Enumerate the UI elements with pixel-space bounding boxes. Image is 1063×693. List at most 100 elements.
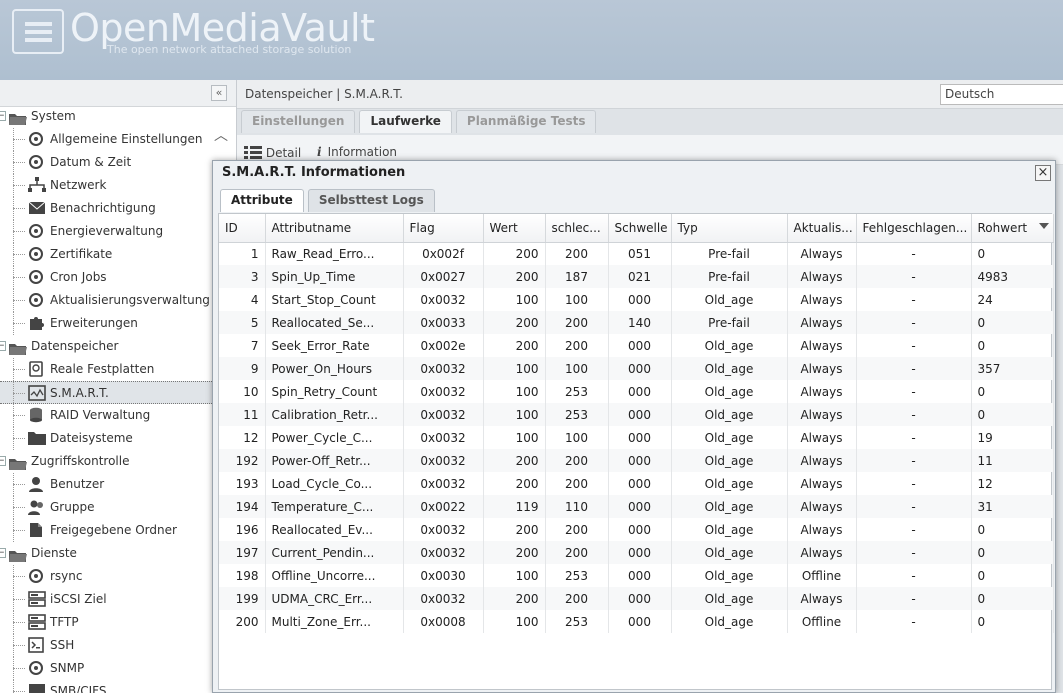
table-row[interactable]: 198 Offline_Uncorre... 0x0030 100 253 000 Old_… <box>219 564 1054 587</box>
table-cell: 0x0032 <box>403 472 484 495</box>
sidebar-item-rsync[interactable]: rsync <box>0 565 212 588</box>
table-row[interactable]: 1 Raw_Read_Erro... 0x002f 200 200 051 Pre-fail… <box>219 242 1054 265</box>
rsync-icon <box>28 568 46 585</box>
table-row[interactable]: 193 Load_Cycle_Co... 0x0032 200 200 000 Old_ag… <box>219 472 1054 495</box>
column-header[interactable]: ID <box>219 214 266 243</box>
sidebar-item-datum-zeit[interactable]: Datum & Zeit <box>0 151 212 174</box>
sidebar-item-smb-cifs[interactable]: SMB/CIFS <box>0 680 212 693</box>
sidebar-item-reale-festplatten[interactable]: Reale Festplatten <box>0 358 212 381</box>
tab-attribute[interactable]: Attribute <box>220 189 304 212</box>
column-header[interactable]: Aktualis... <box>787 214 857 243</box>
table-cell: Old_age <box>671 564 788 587</box>
table-row[interactable]: 197 Current_Pendin... 0x0032 200 200 000 Old_a… <box>219 541 1054 564</box>
column-header[interactable]: Wert <box>483 214 546 243</box>
navigation-tree: − System Allgemeine Einstellungen Datum … <box>0 105 212 693</box>
collapse-toggle-icon[interactable]: − <box>0 341 6 351</box>
server-icon <box>28 591 46 608</box>
sidebar-item-allgemeine-einstellungen[interactable]: Allgemeine Einstellungen <box>0 128 212 151</box>
table-cell: Old_age <box>671 495 788 518</box>
column-header[interactable]: Schwelle <box>608 214 672 243</box>
filesystem-icon <box>28 430 46 447</box>
sidebar-item-ssh[interactable]: SSH <box>0 634 212 657</box>
table-row[interactable]: 5 Reallocated_Se... 0x0033 200 200 140 Pre-fai… <box>219 311 1054 334</box>
sidebar-item-dateisysteme[interactable]: Dateisysteme <box>0 427 212 450</box>
sidebar-item-freigegebene-ordner[interactable]: Freigegebene Ordner <box>0 519 212 542</box>
tab-einstellungen[interactable]: Einstellungen <box>241 110 356 133</box>
column-header[interactable]: schlec... <box>545 214 609 243</box>
collapse-toggle-icon[interactable]: − <box>0 111 6 121</box>
table-row[interactable]: 192 Power-Off_Retr... 0x0032 200 200 000 Old_a… <box>219 449 1054 472</box>
collapse-sidebar-button[interactable]: « <box>211 85 227 101</box>
tab-laufwerke[interactable]: Laufwerke <box>359 110 452 133</box>
sidebar-item-datenspeicher[interactable]: − Datenspeicher <box>0 335 212 358</box>
column-header[interactable]: Fehlgeschlagen... <box>856 214 972 243</box>
sidebar-item-energieverwaltung[interactable]: Energieverwaltung <box>0 220 212 243</box>
table-row[interactable]: 4 Start_Stop_Count 0x0032 100 100 000 Old_age A… <box>219 288 1054 311</box>
close-icon[interactable]: × <box>1035 165 1051 181</box>
collapse-toggle-icon[interactable]: − <box>0 456 6 466</box>
table-cell: 0 <box>971 403 1054 426</box>
table-cell: Reallocated_Ev... <box>265 518 404 541</box>
sidebar-item-tftp[interactable]: TFTP <box>0 611 212 634</box>
table-cell: 0x0032 <box>403 426 484 449</box>
table-cell: 000 <box>608 380 672 403</box>
language-select[interactable]: Deutsch <box>940 84 1063 105</box>
column-header[interactable]: Typ <box>671 214 788 243</box>
sidebar-item-s-m-a-r-t[interactable]: S.M.A.R.T. <box>0 381 212 405</box>
sidebar-item-benachrichtigung[interactable]: Benachrichtigung <box>0 197 212 220</box>
sidebar-item-cron-jobs[interactable]: Cron Jobs <box>0 266 212 289</box>
column-menu-icon[interactable] <box>1038 223 1049 229</box>
sidebar-item-iscsi-ziel[interactable]: iSCSI Ziel <box>0 588 212 611</box>
table-cell: 000 <box>608 288 672 311</box>
table-row[interactable]: 3 Spin_Up_Time 0x0027 200 187 021 Pre-fail Alwa… <box>219 265 1054 288</box>
sidebar-item-gruppe[interactable]: Gruppe <box>0 496 212 519</box>
table-cell: Always <box>787 449 857 472</box>
table-cell: Power_Cycle_C... <box>265 426 404 449</box>
table-cell: 000 <box>608 472 672 495</box>
table-row[interactable]: 200 Multi_Zone_Err... 0x0008 100 253 000 Old_a… <box>219 610 1054 633</box>
table-row[interactable]: 196 Reallocated_Ev... 0x0032 200 200 000 Old_a… <box>219 518 1054 541</box>
information-button[interactable]: i Information <box>317 145 397 159</box>
table-cell: 200 <box>483 242 546 265</box>
sidebar-item-zugriffskontrolle[interactable]: − Zugriffskontrolle <box>0 450 212 473</box>
table-row[interactable]: 7 Seek_Error_Rate 0x002e 200 200 000 Old_age Al… <box>219 334 1054 357</box>
table-row[interactable]: 199 UDMA_CRC_Err... 0x0032 200 200 000 Old_age… <box>219 587 1054 610</box>
table-cell: Spin_Retry_Count <box>265 380 404 403</box>
scroll-up-icon[interactable]: ︿ <box>214 125 230 144</box>
detail-button[interactable]: Detail <box>244 145 301 160</box>
sidebar-item-label: Allgemeine Einstellungen <box>50 132 203 146</box>
sidebar-item-benutzer[interactable]: Benutzer <box>0 473 212 496</box>
table-row[interactable]: 194 Temperature_C... 0x0022 119 110 000 Old_ag… <box>219 495 1054 518</box>
table-cell: 19 <box>971 426 1054 449</box>
gears-icon <box>28 131 46 148</box>
table-cell: 100 <box>483 426 546 449</box>
collapse-toggle-icon[interactable]: − <box>0 548 6 558</box>
column-header[interactable]: Rohwert <box>971 214 1054 243</box>
windows-icon <box>28 683 46 693</box>
table-cell: 196 <box>219 518 266 541</box>
table-cell: Pre-fail <box>671 242 788 265</box>
column-header[interactable]: Attributname <box>265 214 404 243</box>
sidebar-item-raid-verwaltung[interactable]: RAID Verwaltung <box>0 404 212 427</box>
table-cell: 200 <box>545 242 609 265</box>
sidebar-item-snmp[interactable]: SNMP <box>0 657 212 680</box>
table-row[interactable]: 11 Calibration_Retr... 0x0032 100 253 000 Old_… <box>219 403 1054 426</box>
table-cell: Old_age <box>671 541 788 564</box>
sidebar-item-zertifikate[interactable]: Zertifikate <box>0 243 212 266</box>
menu-icon[interactable] <box>12 9 64 54</box>
table-cell: 0x0032 <box>403 541 484 564</box>
sidebar-item-aktualisierungsverwaltung[interactable]: Aktualisierungsverwaltung <box>0 289 212 312</box>
table-cell: 357 <box>971 357 1054 380</box>
sidebar-item-dienste[interactable]: − Dienste <box>0 542 212 565</box>
tab-planmaessige-tests[interactable]: Planmäßige Tests <box>455 110 597 133</box>
table-cell: Old_age <box>671 334 788 357</box>
sidebar-item-system[interactable]: − System <box>0 105 212 128</box>
table-row[interactable]: 12 Power_Cycle_C... 0x0032 100 100 000 Old_age… <box>219 426 1054 449</box>
sidebar-item-netzwerk[interactable]: Netzwerk <box>0 174 212 197</box>
tab-selbsttest-logs[interactable]: Selbsttest Logs <box>307 189 435 212</box>
table-row[interactable]: 10 Spin_Retry_Count 0x0032 100 253 000 Old_age… <box>219 380 1054 403</box>
table-row[interactable]: 9 Power_On_Hours 0x0032 100 100 000 Old_age Alw… <box>219 357 1054 380</box>
sidebar-item-erweiterungen[interactable]: Erweiterungen <box>0 312 212 335</box>
column-header[interactable]: Flag <box>403 214 484 243</box>
table-cell: Reallocated_Se... <box>265 311 404 334</box>
